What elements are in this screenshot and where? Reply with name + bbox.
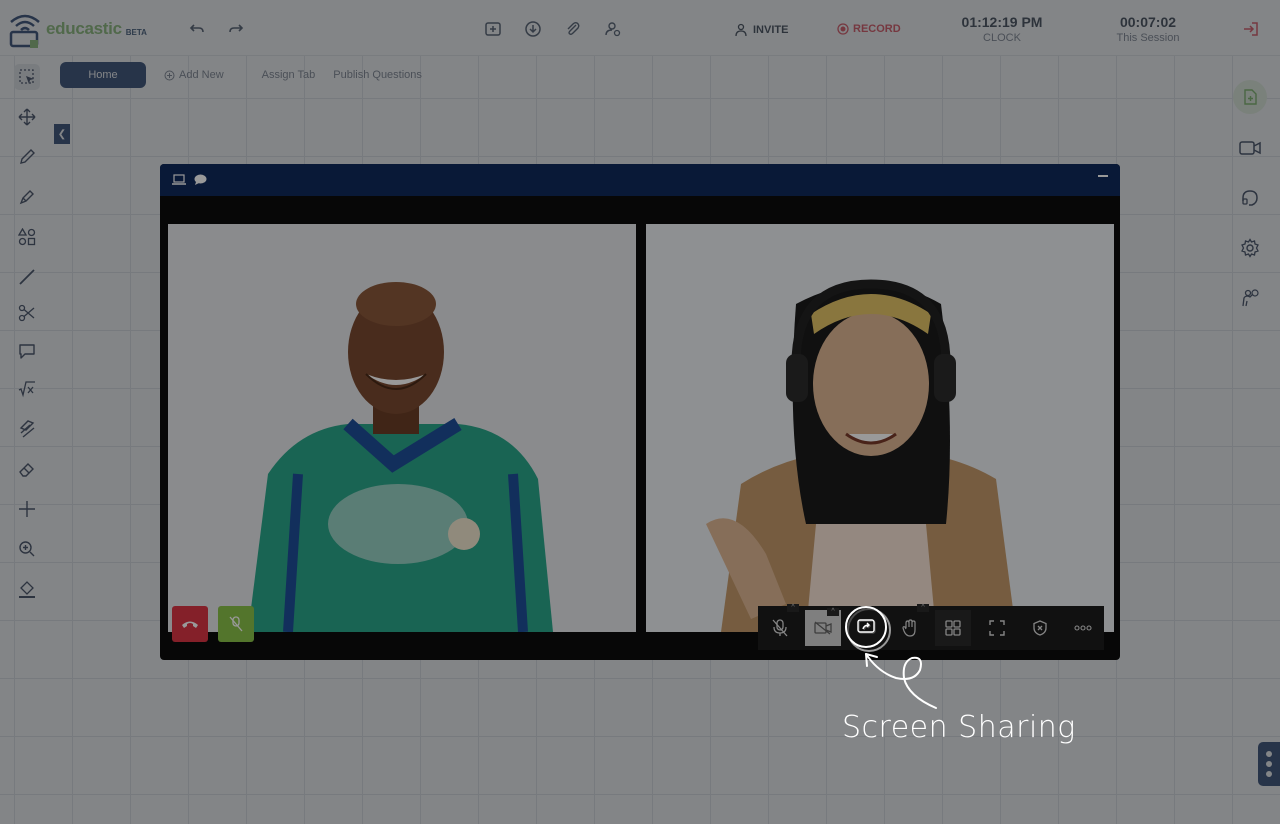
- tab-publish-questions[interactable]: Publish Questions: [333, 69, 422, 81]
- participant-video-2: [646, 224, 1114, 632]
- comment-icon[interactable]: [14, 338, 40, 364]
- user-plus-icon: [735, 23, 747, 37]
- plus-circle-icon: [164, 70, 175, 80]
- eraser-stroke-icon[interactable]: [14, 416, 40, 442]
- settings-icon[interactable]: [1237, 235, 1263, 261]
- more-options-button[interactable]: [1258, 742, 1280, 786]
- formula-icon[interactable]: [14, 376, 40, 402]
- security-button[interactable]: [1018, 606, 1061, 650]
- collapse-panel-button[interactable]: ❮: [54, 124, 70, 144]
- record-button[interactable]: RECORD: [837, 23, 901, 35]
- brand-logo[interactable]: educastic BETA: [8, 10, 147, 48]
- tab-add-new[interactable]: Add New: [164, 69, 224, 81]
- logout-icon[interactable]: [1240, 18, 1262, 40]
- end-call-button[interactable]: [172, 606, 208, 642]
- dot-icon: [1266, 751, 1272, 757]
- top-bar: educastic BETA INVITE RECORD 01:12:19 PM…: [0, 0, 1280, 56]
- session-timer: 00:07:02 This Session: [1110, 14, 1186, 44]
- minimize-icon[interactable]: [1098, 175, 1108, 177]
- video-call-window[interactable]: ^ ^ ^: [160, 164, 1120, 660]
- laptop-icon[interactable]: [172, 174, 186, 186]
- scissors-icon[interactable]: [14, 300, 40, 326]
- chevron-up-icon[interactable]: ^: [787, 604, 799, 612]
- mic-off-icon: [772, 619, 787, 637]
- clock: 01:12:19 PM CLOCK: [958, 14, 1046, 44]
- brand-name: educastic: [46, 19, 122, 38]
- camera-off-icon: [814, 621, 832, 635]
- session-label: This Session: [1116, 32, 1180, 44]
- tab-add-new-label: Add New: [179, 69, 224, 81]
- microphone-toggle-button[interactable]: [218, 606, 254, 642]
- clock-time: 01:12:19 PM: [961, 14, 1043, 30]
- select-icon[interactable]: [14, 64, 40, 90]
- screen-share-highlight[interactable]: [845, 606, 887, 648]
- raise-hand-icon: [901, 619, 916, 637]
- shield-icon: [1032, 620, 1047, 636]
- logo-icon: [9, 14, 40, 48]
- more-icon: [1073, 625, 1092, 631]
- chevron-left-icon: ❮: [57, 128, 67, 140]
- camera-toggle-button[interactable]: ^: [805, 608, 841, 646]
- add-page-icon[interactable]: [1233, 80, 1267, 114]
- more-actions-button[interactable]: [1061, 606, 1104, 650]
- attachment-icon[interactable]: [562, 18, 584, 40]
- grid-view-button[interactable]: [935, 610, 971, 646]
- chat-icon[interactable]: [194, 174, 207, 186]
- dot-icon: [1266, 761, 1272, 767]
- download-icon[interactable]: [522, 18, 544, 40]
- invite-button[interactable]: INVITE: [735, 23, 788, 37]
- crosshair-icon[interactable]: [14, 496, 40, 522]
- fullscreen-button[interactable]: [975, 606, 1018, 650]
- tab-assign[interactable]: Assign Tab: [262, 69, 316, 81]
- raise-hand-button[interactable]: ^: [888, 604, 931, 650]
- left-toolbar: [0, 56, 54, 616]
- headset-icon[interactable]: [1237, 185, 1263, 211]
- meeting-controls-bar: ^ ^ ^: [758, 604, 1104, 652]
- highlighter-icon[interactable]: [14, 184, 40, 210]
- dot-icon: [1266, 771, 1272, 777]
- raise-hand-icon[interactable]: [1237, 285, 1263, 311]
- tab-home[interactable]: Home: [60, 62, 146, 88]
- user-settings-icon[interactable]: [602, 18, 624, 40]
- chevron-up-icon[interactable]: ^: [827, 608, 839, 616]
- line-icon[interactable]: [14, 264, 40, 290]
- move-icon[interactable]: [14, 104, 40, 130]
- add-file-icon[interactable]: [482, 18, 504, 40]
- grid-view-icon: [945, 620, 961, 636]
- fill-icon[interactable]: [14, 576, 40, 602]
- mute-button[interactable]: ^: [758, 604, 801, 650]
- record-label: RECORD: [853, 23, 901, 35]
- clock-label: CLOCK: [983, 32, 1021, 44]
- video-camera-icon[interactable]: [1237, 135, 1263, 161]
- participant-video-1: [168, 224, 636, 632]
- video-window-header: [160, 164, 1120, 196]
- participant-image-1: [168, 224, 636, 632]
- invite-label: INVITE: [753, 24, 789, 36]
- eraser-icon[interactable]: [14, 456, 40, 482]
- phone-hangup-icon: [182, 621, 198, 628]
- zoom-icon[interactable]: [14, 536, 40, 562]
- session-time: 00:07:02: [1119, 14, 1177, 30]
- redo-icon[interactable]: [225, 18, 247, 40]
- fullscreen-icon: [988, 620, 1005, 636]
- participant-image-2: [646, 224, 1114, 632]
- screen-share-icon: [857, 619, 875, 633]
- annotation-arrow-icon: [865, 653, 937, 709]
- annotation-label: Screen Sharing: [842, 710, 1076, 745]
- undo-icon[interactable]: [186, 18, 208, 40]
- shapes-icon[interactable]: [14, 224, 40, 250]
- pen-icon[interactable]: [14, 144, 40, 170]
- chevron-up-icon[interactable]: ^: [917, 604, 929, 612]
- beta-badge: BETA: [125, 27, 147, 37]
- mic-off-icon: [229, 616, 243, 632]
- record-icon: [837, 23, 849, 35]
- tab-bar: Home Add New Assign Tab Publish Question…: [60, 62, 422, 88]
